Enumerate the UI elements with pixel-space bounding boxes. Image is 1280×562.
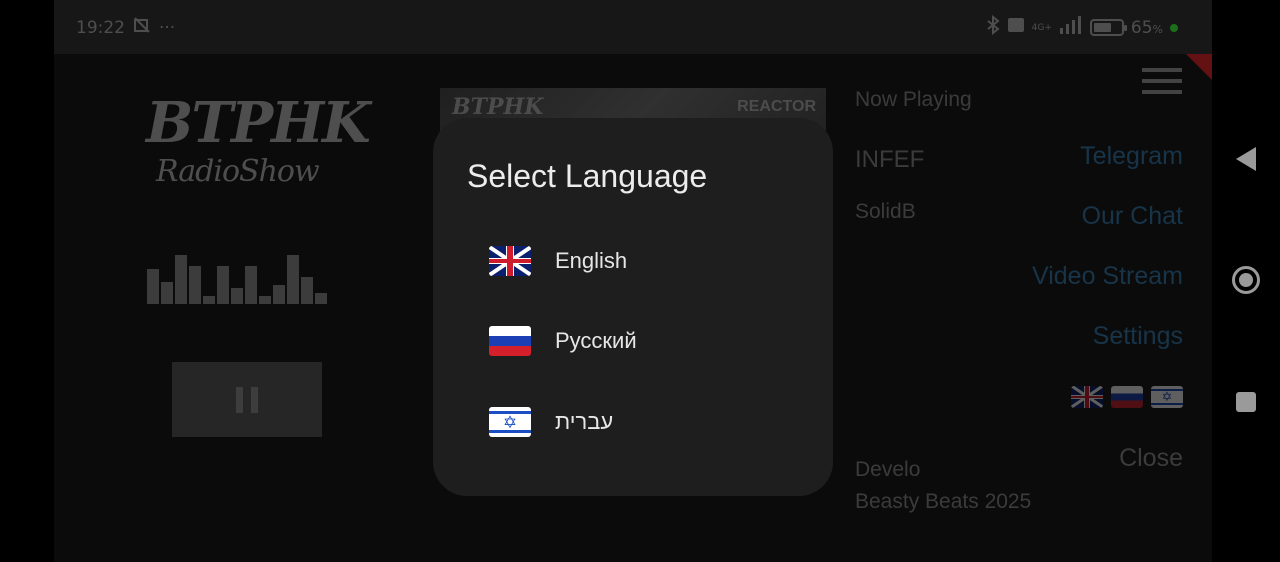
language-label: עברית [555,409,614,434]
language-label: Русский [555,328,637,353]
language-label: English [555,248,628,273]
navigation-bar [1212,0,1280,562]
uk-flag-icon [489,246,531,276]
dialog-title: Select Language [467,158,708,194]
russia-flag-icon [489,326,531,356]
language-dialog: Select Language English Русский ✡ עברית [433,118,833,496]
app-screen: 19:22 ··· 4G+ 65% BTPHK RadioShow BTPHK … [54,0,1212,562]
back-icon[interactable] [1236,147,1256,171]
language-option-hebrew[interactable]: ✡ עברית [489,407,613,437]
language-option-russian[interactable]: Русский [489,326,637,356]
home-icon[interactable] [1232,266,1260,294]
recents-icon[interactable] [1236,392,1256,412]
israel-flag-icon: ✡ [489,407,531,437]
language-option-english[interactable]: English [489,246,627,276]
